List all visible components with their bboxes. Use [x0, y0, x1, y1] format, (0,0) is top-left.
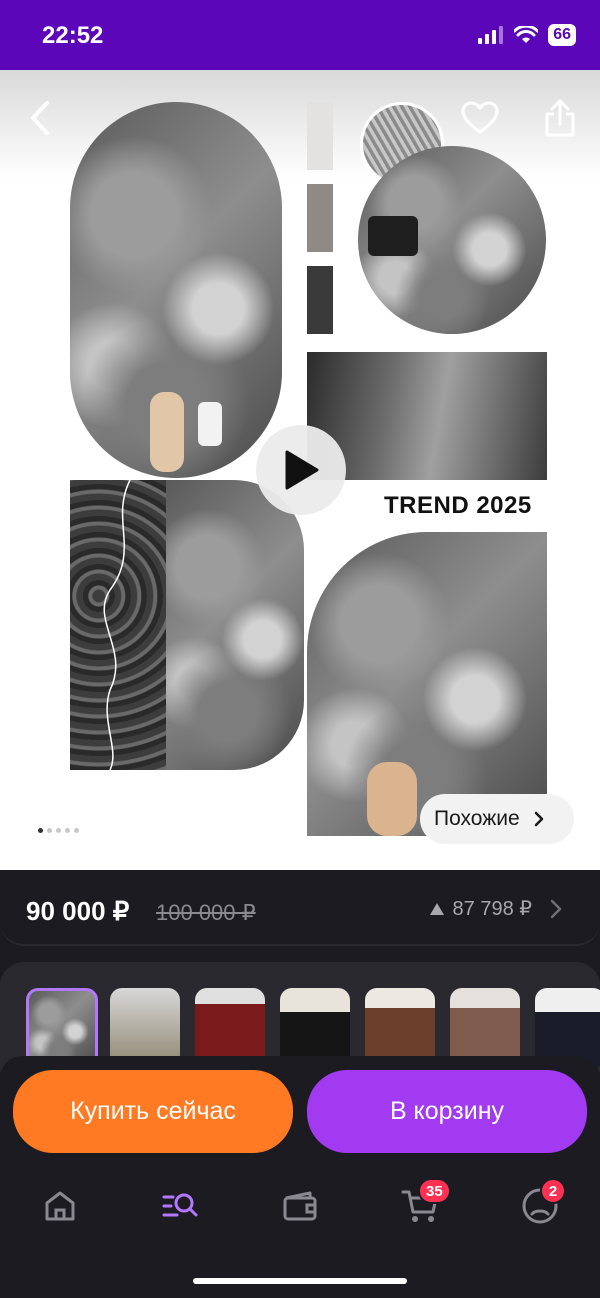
- status-time: 22:52: [42, 22, 104, 49]
- trend-banner-text: TREND 2025: [384, 492, 532, 519]
- signal-icon: [478, 26, 504, 44]
- dress-photo-main: [70, 102, 282, 478]
- triangle-up-icon: [429, 902, 444, 915]
- alt-price-link[interactable]: 87 798 ₽: [429, 896, 562, 921]
- share-button[interactable]: [538, 96, 582, 140]
- battery-indicator: 66: [548, 24, 576, 46]
- price-bar: 90 000 ₽ 100 000 ₽ 87 798 ₽: [0, 870, 600, 946]
- lineart-figure: [103, 480, 131, 770]
- dress-handbag-photo: [358, 146, 546, 334]
- color-swatch-dark: [307, 266, 333, 334]
- gallery-pagination: [38, 828, 79, 833]
- current-price: 90 000 ₽: [26, 896, 130, 926]
- wallet-icon: [283, 1191, 317, 1221]
- heart-icon: [461, 101, 499, 134]
- pagination-dot: [56, 828, 61, 833]
- nav-catalog[interactable]: [158, 1184, 202, 1228]
- catalog-search-icon: [162, 1193, 198, 1217]
- alt-price: 87 798 ₽: [452, 898, 532, 920]
- share-icon: [545, 99, 575, 137]
- similar-label: Похожие: [434, 807, 520, 830]
- pagination-dot: [65, 828, 70, 833]
- nav-home[interactable]: [38, 1184, 82, 1228]
- buy-now-button[interactable]: Купить сейчас: [13, 1070, 293, 1153]
- cart-badge: 35: [418, 1178, 451, 1204]
- play-icon: [285, 450, 319, 490]
- pagination-dot: [47, 828, 52, 833]
- nav-wallet[interactable]: [278, 1184, 322, 1228]
- home-icon: [45, 1191, 75, 1221]
- dress-front-photo: [307, 532, 547, 836]
- old-price: 100 000 ₽: [156, 900, 256, 925]
- dress-sleeve-photo: [166, 480, 304, 770]
- water-lineart-photo: [70, 480, 166, 770]
- pagination-dot: [38, 828, 43, 833]
- play-video-button[interactable]: [256, 425, 346, 515]
- back-button[interactable]: [18, 96, 62, 140]
- status-bar: 22:52 66: [0, 0, 600, 70]
- home-indicator: [193, 1278, 407, 1284]
- action-bar: Купить сейчас В корзину: [0, 1056, 600, 1298]
- product-gallery[interactable]: TREND 2025 Похожие: [0, 70, 600, 870]
- chevron-left-icon: [31, 101, 49, 135]
- chevron-right-icon: [534, 811, 543, 827]
- similar-products-button[interactable]: Похожие: [420, 794, 574, 844]
- pagination-dot: [74, 828, 79, 833]
- favorite-button[interactable]: [458, 96, 502, 140]
- status-icons: 66: [478, 24, 576, 46]
- wifi-icon: [514, 26, 539, 43]
- add-to-cart-button[interactable]: В корзину: [307, 1070, 587, 1153]
- color-swatch-light: [307, 102, 333, 170]
- chevron-right-icon: [550, 899, 562, 918]
- profile-badge: 2: [540, 1178, 566, 1204]
- color-swatch-medium: [307, 184, 333, 252]
